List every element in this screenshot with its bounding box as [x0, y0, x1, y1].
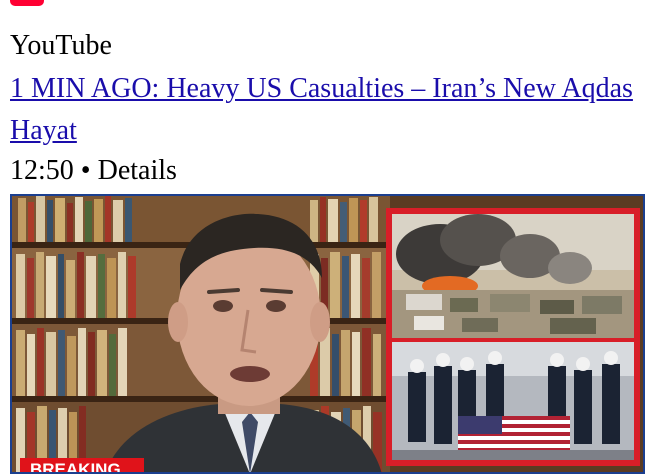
youtube-logo-icon[interactable]: [10, 0, 44, 6]
video-thumbnail[interactable]: BREAKING: [10, 194, 645, 474]
meta-separator: •: [80, 155, 91, 186]
video-duration: 12:50: [10, 155, 74, 186]
details-link[interactable]: Details: [98, 155, 177, 186]
breaking-badge-text: BREAKING: [30, 460, 121, 474]
source-name: YouTube: [10, 30, 112, 61]
news-inset-image: [386, 208, 640, 466]
video-meta: 12:50 • Details: [10, 151, 177, 191]
video-title-link[interactable]: 1 MIN AGO: Heavy US Casualties – Iran’s …: [10, 68, 645, 152]
